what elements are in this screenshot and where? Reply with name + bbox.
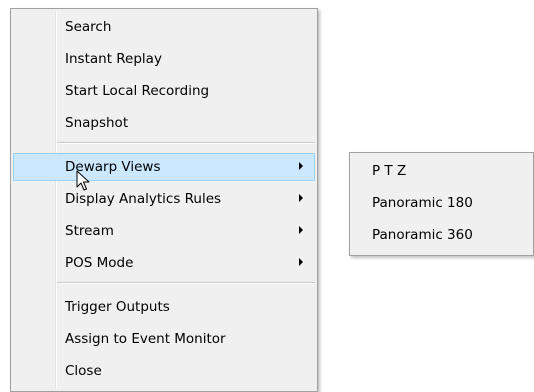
submenu-arrow-icon (299, 258, 303, 266)
menu-item-assign-to-event-monitor[interactable]: Assign to Event Monitor (13, 325, 315, 353)
menu-item-label: Search (65, 19, 112, 35)
submenu-item-panoramic-360[interactable]: Panoramic 360 (352, 221, 531, 249)
menu-item-label: Instant Replay (65, 51, 162, 67)
submenu-arrow-icon (299, 194, 303, 202)
menu-item-label: Trigger Outputs (65, 299, 170, 315)
submenu-item-ptz[interactable]: P T Z (352, 157, 531, 185)
menu-separator (57, 142, 315, 144)
menu-separator (57, 282, 315, 284)
menu-item-dewarp-views[interactable]: Dewarp Views (13, 153, 315, 181)
submenu-item-label: Panoramic 360 (372, 227, 473, 243)
menu-item-label: POS Mode (65, 255, 134, 271)
submenu-item-panoramic-180[interactable]: Panoramic 180 (352, 189, 531, 217)
submenu-arrow-icon (299, 226, 303, 234)
mouse-pointer-icon (76, 170, 90, 191)
menu-item-instant-replay[interactable]: Instant Replay (13, 45, 315, 73)
menu-item-stream[interactable]: Stream (13, 217, 315, 245)
menu-item-trigger-outputs[interactable]: Trigger Outputs (13, 293, 315, 321)
menu-item-close[interactable]: Close (13, 357, 315, 385)
menu-item-label: Stream (65, 223, 114, 239)
dewarp-views-submenu: P T Z Panoramic 180 Panoramic 360 (349, 152, 534, 256)
menu-item-search[interactable]: Search (13, 13, 315, 41)
menu-item-label: Display Analytics Rules (65, 191, 222, 207)
context-menu: Search Instant Replay Start Local Record… (10, 8, 318, 392)
menu-item-start-local-recording[interactable]: Start Local Recording (13, 77, 315, 105)
menu-item-label: Snapshot (65, 115, 129, 131)
menu-item-label: Assign to Event Monitor (65, 331, 226, 347)
submenu-item-label: P T Z (372, 163, 407, 179)
menu-item-label: Close (65, 363, 102, 379)
submenu-arrow-icon (299, 162, 303, 170)
menu-item-snapshot[interactable]: Snapshot (13, 109, 315, 137)
menu-item-label: Start Local Recording (65, 83, 210, 99)
menu-item-pos-mode[interactable]: POS Mode (13, 249, 315, 277)
menu-item-display-analytics-rules[interactable]: Display Analytics Rules (13, 185, 315, 213)
submenu-item-label: Panoramic 180 (372, 195, 473, 211)
